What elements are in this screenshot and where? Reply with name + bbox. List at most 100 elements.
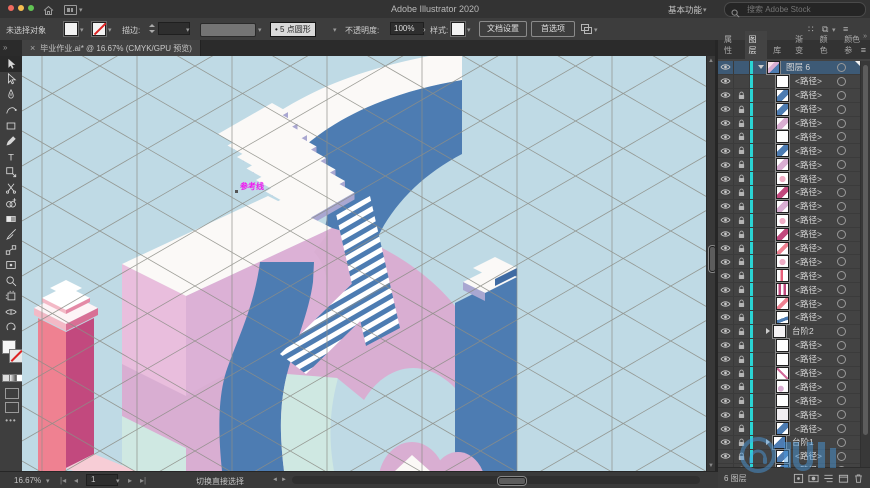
lock-toggle-icon[interactable] xyxy=(734,366,750,380)
shape-builder-tool[interactable] xyxy=(0,196,22,212)
blend-tool[interactable] xyxy=(0,242,22,258)
panel-tab-渐变[interactable]: 渐变 xyxy=(791,31,814,59)
layer-target-icon[interactable] xyxy=(837,437,846,447)
rectangle-tool[interactable] xyxy=(0,118,22,134)
layer-name[interactable]: <路径> xyxy=(795,75,822,87)
gradient-tool[interactable] xyxy=(0,211,22,227)
layer-target-icon[interactable] xyxy=(837,271,846,281)
layer-name[interactable]: <路径> xyxy=(795,367,822,379)
layer-name[interactable]: <路径> xyxy=(795,131,822,143)
lock-toggle-icon[interactable] xyxy=(734,449,750,463)
path-row[interactable]: <路径> xyxy=(718,338,870,353)
lock-toggle-icon[interactable] xyxy=(734,74,750,88)
layer-row[interactable]: 图层 6 xyxy=(718,61,870,75)
width-tool[interactable] xyxy=(0,304,22,320)
path-row[interactable]: <路径> xyxy=(718,172,870,187)
lock-toggle-icon[interactable] xyxy=(734,130,750,144)
scroll-up-icon[interactable]: ▲ xyxy=(708,58,714,64)
close-tab-icon[interactable]: × xyxy=(30,43,35,53)
path-row[interactable]: <路径> xyxy=(718,88,870,103)
path-row[interactable]: <路径> xyxy=(718,380,870,395)
layer-name[interactable]: <路径> xyxy=(795,395,822,407)
visibility-toggle-icon[interactable] xyxy=(718,61,734,74)
chevron-down-icon[interactable]: ▾ xyxy=(258,27,262,34)
visibility-toggle-icon[interactable] xyxy=(718,186,734,199)
panel-tab-库[interactable]: 库 xyxy=(769,42,785,59)
layer-target-icon[interactable] xyxy=(837,132,846,142)
path-row[interactable]: <路径> xyxy=(718,130,870,145)
layer-name[interactable]: 台阶1 xyxy=(792,436,814,448)
last-artboard-icon[interactable]: ▸| xyxy=(140,476,146,485)
path-row[interactable]: <路径> xyxy=(718,227,870,242)
lock-toggle-icon[interactable] xyxy=(734,338,750,352)
layer-target-icon[interactable] xyxy=(837,62,846,72)
lock-toggle-icon[interactable] xyxy=(734,311,750,324)
visibility-toggle-icon[interactable] xyxy=(718,172,734,186)
layer-thumbnail[interactable] xyxy=(776,74,789,88)
layer-thumbnail[interactable] xyxy=(776,310,789,324)
next-artboard-icon[interactable]: ▸ xyxy=(128,476,132,485)
fill-color-swatch[interactable] xyxy=(64,22,78,36)
layer-target-icon[interactable] xyxy=(837,104,846,114)
visibility-toggle-icon[interactable] xyxy=(718,297,734,311)
opacity-more-arrow[interactable]: › xyxy=(423,25,426,34)
chevron-down-icon[interactable]: ▾ xyxy=(46,478,50,485)
edit-toolbar-ellipsis[interactable]: ••• xyxy=(0,416,22,425)
panel-tab-颜色[interactable]: 颜色 xyxy=(816,31,839,59)
visibility-toggle-icon[interactable] xyxy=(718,269,734,283)
visibility-toggle-icon[interactable] xyxy=(718,116,734,130)
visibility-toggle-icon[interactable] xyxy=(718,144,734,158)
canvas[interactable]: 参考线 xyxy=(21,0,707,488)
chevron-down-icon[interactable]: ▾ xyxy=(467,27,471,34)
lock-toggle-icon[interactable] xyxy=(734,283,750,297)
layer-thumbnail[interactable] xyxy=(776,380,789,394)
chevron-down-icon[interactable]: ▾ xyxy=(594,27,598,34)
path-row[interactable]: <路径> xyxy=(718,394,870,409)
layer-target-icon[interactable] xyxy=(837,160,846,170)
style-swatch[interactable] xyxy=(451,22,465,36)
layer-name[interactable]: <路径> xyxy=(795,353,822,365)
layer-thumbnail[interactable] xyxy=(776,144,789,158)
zoom-level[interactable]: 16.67% xyxy=(14,476,41,485)
make-mask-icon[interactable] xyxy=(806,471,821,485)
chevron-right-icon[interactable] xyxy=(766,328,770,335)
layer-name[interactable]: <路径> xyxy=(795,117,822,129)
layer-target-icon[interactable] xyxy=(837,451,846,461)
lock-toggle-icon[interactable] xyxy=(734,172,750,186)
scissors-tool[interactable] xyxy=(0,180,22,196)
path-row[interactable]: <路径> xyxy=(718,185,870,200)
chevron-down-icon[interactable]: ▾ xyxy=(186,27,190,34)
selection-tool[interactable] xyxy=(0,56,22,72)
first-artboard-icon[interactable]: |◂ xyxy=(60,476,66,485)
path-row[interactable]: <路径> xyxy=(718,422,870,437)
layer-thumbnail[interactable] xyxy=(776,408,789,422)
visibility-toggle-icon[interactable] xyxy=(718,408,734,422)
layer-thumbnail[interactable] xyxy=(776,130,789,144)
layer-target-icon[interactable] xyxy=(837,257,846,267)
layer-name[interactable]: <路径> xyxy=(795,450,822,462)
path-row[interactable]: <路径> xyxy=(718,269,870,284)
zoom-tool[interactable] xyxy=(0,273,22,289)
visibility-toggle-icon[interactable] xyxy=(718,213,734,227)
layer-target-icon[interactable] xyxy=(837,243,846,253)
layer-thumbnail[interactable] xyxy=(776,338,789,352)
visibility-toggle-icon[interactable] xyxy=(718,102,734,116)
layer-name[interactable]: <路径> xyxy=(795,409,822,421)
lock-toggle-icon[interactable] xyxy=(734,88,750,102)
draw-mode-button[interactable] xyxy=(5,388,19,399)
type-tool[interactable]: T xyxy=(0,149,22,165)
layer-thumbnail[interactable] xyxy=(776,297,789,311)
symbol-sprayer-tool[interactable] xyxy=(0,258,22,274)
hscroll-right-icon[interactable]: ► xyxy=(281,477,287,483)
lock-toggle-icon[interactable] xyxy=(734,227,750,241)
group-row[interactable]: 台阶1 xyxy=(718,436,870,450)
pen-tool[interactable] xyxy=(0,87,22,103)
lock-toggle-icon[interactable] xyxy=(734,61,750,74)
layer-thumbnail[interactable] xyxy=(776,158,789,172)
free-transform-tool[interactable] xyxy=(0,165,22,181)
artboard-tool[interactable] xyxy=(0,289,22,305)
path-row[interactable]: <路径> xyxy=(718,449,870,464)
visibility-toggle-icon[interactable] xyxy=(718,436,734,449)
layer-name[interactable]: <路径> xyxy=(795,173,822,185)
chevron-down-icon[interactable]: ▾ xyxy=(108,27,112,34)
